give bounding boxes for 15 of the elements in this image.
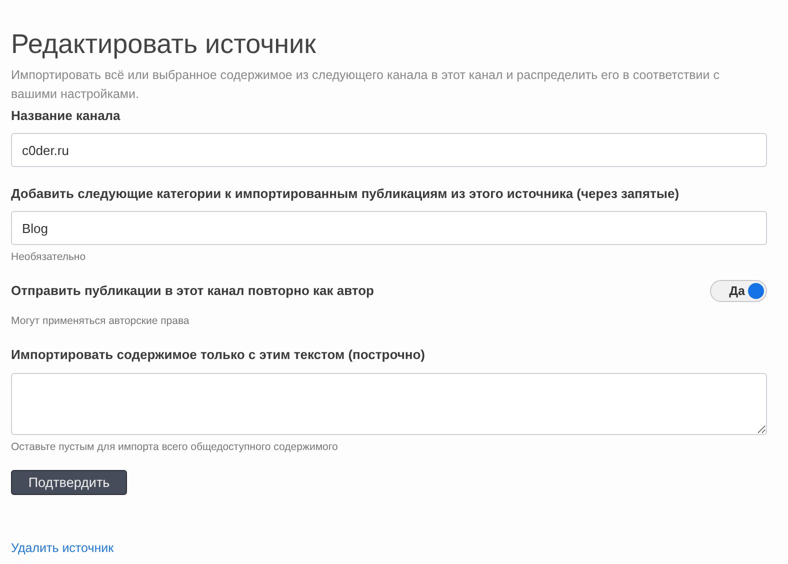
page-title: Редактировать источник — [11, 28, 317, 61]
input-field[interactable]: Blog — [11, 211, 767, 245]
field-hint: Оставьте пустым для импорта всего общедоступного содержимого — [11, 440, 339, 454]
field-hint: Необязательно — [11, 250, 87, 264]
field-label: Добавить следующие категории к импортированным публикациям из этого источника (через запятые) — [11, 185, 680, 203]
description: Импортировать всё или выбранное содержимое из следующего канала в этот канал и распределить его в соответствии с вашими настройками. — [11, 67, 720, 103]
delete-link[interactable]: Удалить источник — [11, 541, 114, 555]
input-field[interactable]: c0der.ru — [11, 133, 767, 167]
field-label: Название канала — [11, 107, 122, 125]
field-label: Отправить публикации в этот канал повторно как автор — [11, 282, 374, 300]
submit-button[interactable]: Подтвердить — [11, 470, 127, 495]
toggle-switch[interactable]: Да — [710, 280, 767, 302]
text-area[interactable] — [11, 373, 767, 435]
field-label: Импортировать содержимое только с этим текстом (построчно) — [11, 346, 426, 364]
field-hint: Могут применяться авторские права — [11, 314, 190, 328]
